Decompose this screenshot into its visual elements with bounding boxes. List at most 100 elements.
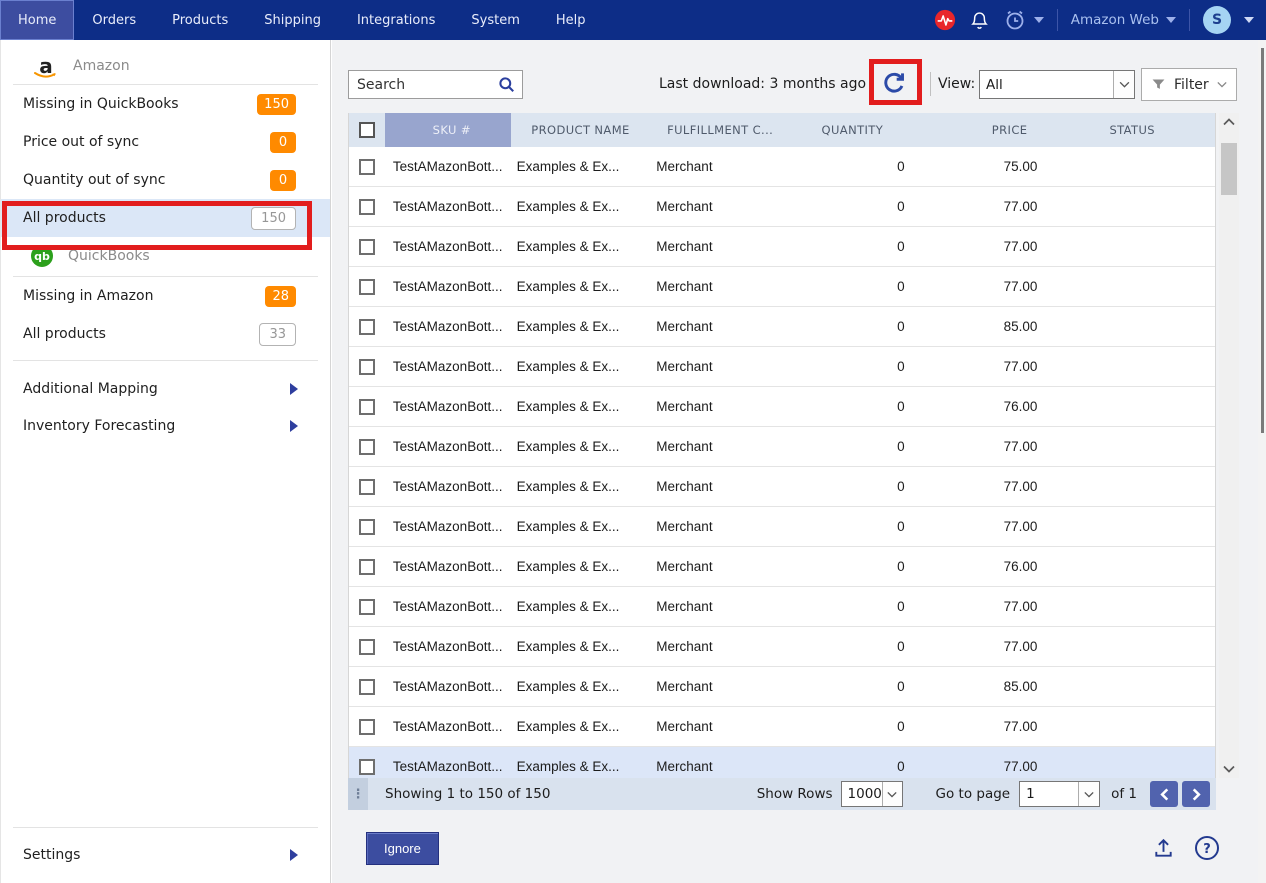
table-row[interactable]: TestAMazonBott...Examples & Ex...Merchan… — [349, 627, 1215, 667]
cell-product-name: Examples & Ex... — [511, 627, 651, 666]
nav-item-orders[interactable]: Orders — [79, 0, 149, 40]
cell-status — [1049, 507, 1215, 546]
expand-right-icon — [290, 420, 298, 432]
previous-page-button[interactable] — [1150, 781, 1178, 807]
search-icon[interactable] — [497, 75, 516, 94]
table-row[interactable]: TestAMazonBott...Examples & Ex...Merchan… — [349, 507, 1215, 547]
row-checkbox[interactable] — [359, 639, 375, 655]
nav-item-products[interactable]: Products — [159, 0, 241, 40]
sidebar-item-missing-in-amazon[interactable]: Missing in Amazon 28 — [1, 277, 330, 315]
row-checkbox[interactable] — [359, 719, 375, 735]
row-checkbox[interactable] — [359, 439, 375, 455]
sidebar-item-all-products-amazon[interactable]: All products 150 — [1, 199, 330, 237]
view-label: View: — [938, 76, 975, 92]
scrollbar-thumb[interactable] — [1221, 143, 1237, 195]
table-row[interactable]: TestAMazonBott...Examples & Ex...Merchan… — [349, 587, 1215, 627]
row-checkbox[interactable] — [359, 359, 375, 375]
column-header-sku[interactable]: SKU # — [385, 113, 511, 147]
row-checkbox[interactable] — [359, 559, 375, 575]
nav-item-home[interactable]: Home — [0, 0, 74, 40]
cell-sku: TestAMazonBott... — [385, 147, 511, 186]
table-row[interactable]: TestAMazonBott...Examples & Ex...Merchan… — [349, 427, 1215, 467]
sidebar-item-all-products-quickbooks[interactable]: All products 33 — [1, 315, 330, 353]
filter-button[interactable]: Filter — [1141, 68, 1237, 101]
row-checkbox[interactable] — [359, 319, 375, 335]
next-page-button[interactable] — [1182, 781, 1210, 807]
row-checkbox[interactable] — [359, 239, 375, 255]
sidebar-item-missing-in-quickbooks[interactable]: Missing in QuickBooks 150 — [1, 85, 330, 123]
view-select[interactable]: All — [979, 70, 1135, 99]
cell-quantity: 0 — [790, 627, 915, 666]
table-row[interactable]: TestAMazonBott...Examples & Ex...Merchan… — [349, 747, 1215, 778]
show-rows-label: Show Rows — [757, 786, 833, 802]
upload-icon[interactable] — [1152, 837, 1175, 860]
goto-page-select[interactable]: 1 — [1019, 781, 1100, 807]
nav-item-integrations[interactable]: Integrations — [344, 0, 448, 40]
sidebar-item-label: Missing in QuickBooks — [23, 96, 257, 112]
column-header-status[interactable]: STATUS — [1049, 113, 1215, 147]
column-header-fulfillment[interactable]: FULFILLMENT C... — [650, 113, 790, 147]
table-row[interactable]: TestAMazonBott...Examples & Ex...Merchan… — [349, 467, 1215, 507]
avatar[interactable]: S — [1203, 6, 1231, 34]
table-row[interactable]: TestAMazonBott...Examples & Ex...Merchan… — [349, 227, 1215, 267]
monitor-status-icon[interactable] — [934, 9, 956, 31]
table-row[interactable]: TestAMazonBott...Examples & Ex...Merchan… — [349, 347, 1215, 387]
scheduler-clock-icon[interactable] — [1003, 8, 1044, 32]
row-checkbox[interactable] — [359, 759, 375, 775]
row-checkbox[interactable] — [359, 399, 375, 415]
window-scrollbar[interactable] — [1258, 40, 1266, 883]
table-row[interactable]: TestAMazonBott...Examples & Ex...Merchan… — [349, 547, 1215, 587]
search-box — [348, 70, 523, 99]
cell-quantity: 0 — [790, 347, 915, 386]
row-checkbox[interactable] — [359, 519, 375, 535]
cell-checkbox — [349, 747, 385, 778]
row-checkbox[interactable] — [359, 199, 375, 215]
refresh-button[interactable] — [879, 68, 909, 98]
drag-grip-icon[interactable]: ⋮ — [348, 778, 368, 810]
sidebar-link-inventory-forecasting[interactable]: Inventory Forecasting — [1, 407, 330, 444]
table-row[interactable]: TestAMazonBott...Examples & Ex...Merchan… — [349, 267, 1215, 307]
nav-item-help[interactable]: Help — [543, 0, 599, 40]
show-rows-select[interactable]: 1000 — [841, 781, 903, 807]
top-nav: Home Orders Products Shipping Integratio… — [0, 0, 1266, 40]
table-scrollbar[interactable] — [1219, 113, 1239, 778]
cell-product-name: Examples & Ex... — [511, 747, 651, 778]
account-selector[interactable]: Amazon Web — [1071, 12, 1176, 28]
row-checkbox[interactable] — [359, 279, 375, 295]
avatar-menu-caret[interactable] — [1244, 17, 1254, 23]
sidebar-item-price-out-of-sync[interactable]: Price out of sync 0 — [1, 123, 330, 161]
table-row[interactable]: TestAMazonBott...Examples & Ex...Merchan… — [349, 307, 1215, 347]
notifications-bell-icon[interactable] — [969, 10, 990, 31]
last-download-label: Last download: 3 months ago — [659, 76, 866, 92]
search-input[interactable] — [349, 77, 497, 93]
cell-checkbox — [349, 707, 385, 746]
table-row[interactable]: TestAMazonBott...Examples & Ex...Merchan… — [349, 187, 1215, 227]
column-header-quantity[interactable]: QUANTITY — [790, 113, 915, 147]
select-all-checkbox[interactable] — [359, 122, 375, 138]
table-row[interactable]: TestAMazonBott...Examples & Ex...Merchan… — [349, 707, 1215, 747]
row-checkbox[interactable] — [359, 679, 375, 695]
scroll-down-icon[interactable] — [1219, 760, 1239, 778]
table-row[interactable]: TestAMazonBott...Examples & Ex...Merchan… — [349, 147, 1215, 187]
sidebar-link-settings[interactable]: Settings — [1, 836, 330, 873]
window-scrollbar-thumb[interactable] — [1261, 48, 1264, 433]
column-header-price[interactable]: PRICE — [915, 113, 1050, 147]
cell-checkbox — [349, 547, 385, 586]
sidebar-link-additional-mapping[interactable]: Additional Mapping — [1, 370, 330, 407]
ignore-button[interactable]: Ignore — [366, 832, 439, 865]
cell-product-name: Examples & Ex... — [511, 427, 651, 466]
cell-price: 77.00 — [915, 467, 1050, 506]
help-icon[interactable]: ? — [1194, 835, 1220, 861]
table-row[interactable]: TestAMazonBott...Examples & Ex...Merchan… — [349, 387, 1215, 427]
nav-item-shipping[interactable]: Shipping — [251, 0, 334, 40]
row-checkbox[interactable] — [359, 159, 375, 175]
cell-fulfillment: Merchant — [650, 707, 790, 746]
scroll-up-icon[interactable] — [1219, 113, 1239, 131]
column-header-product-name[interactable]: PRODUCT NAME — [511, 113, 651, 147]
nav-item-system[interactable]: System — [458, 0, 532, 40]
sidebar-link-label: Additional Mapping — [23, 381, 290, 397]
row-checkbox[interactable] — [359, 599, 375, 615]
table-row[interactable]: TestAMazonBott...Examples & Ex...Merchan… — [349, 667, 1215, 707]
row-checkbox[interactable] — [359, 479, 375, 495]
sidebar-item-quantity-out-of-sync[interactable]: Quantity out of sync 0 — [1, 161, 330, 199]
